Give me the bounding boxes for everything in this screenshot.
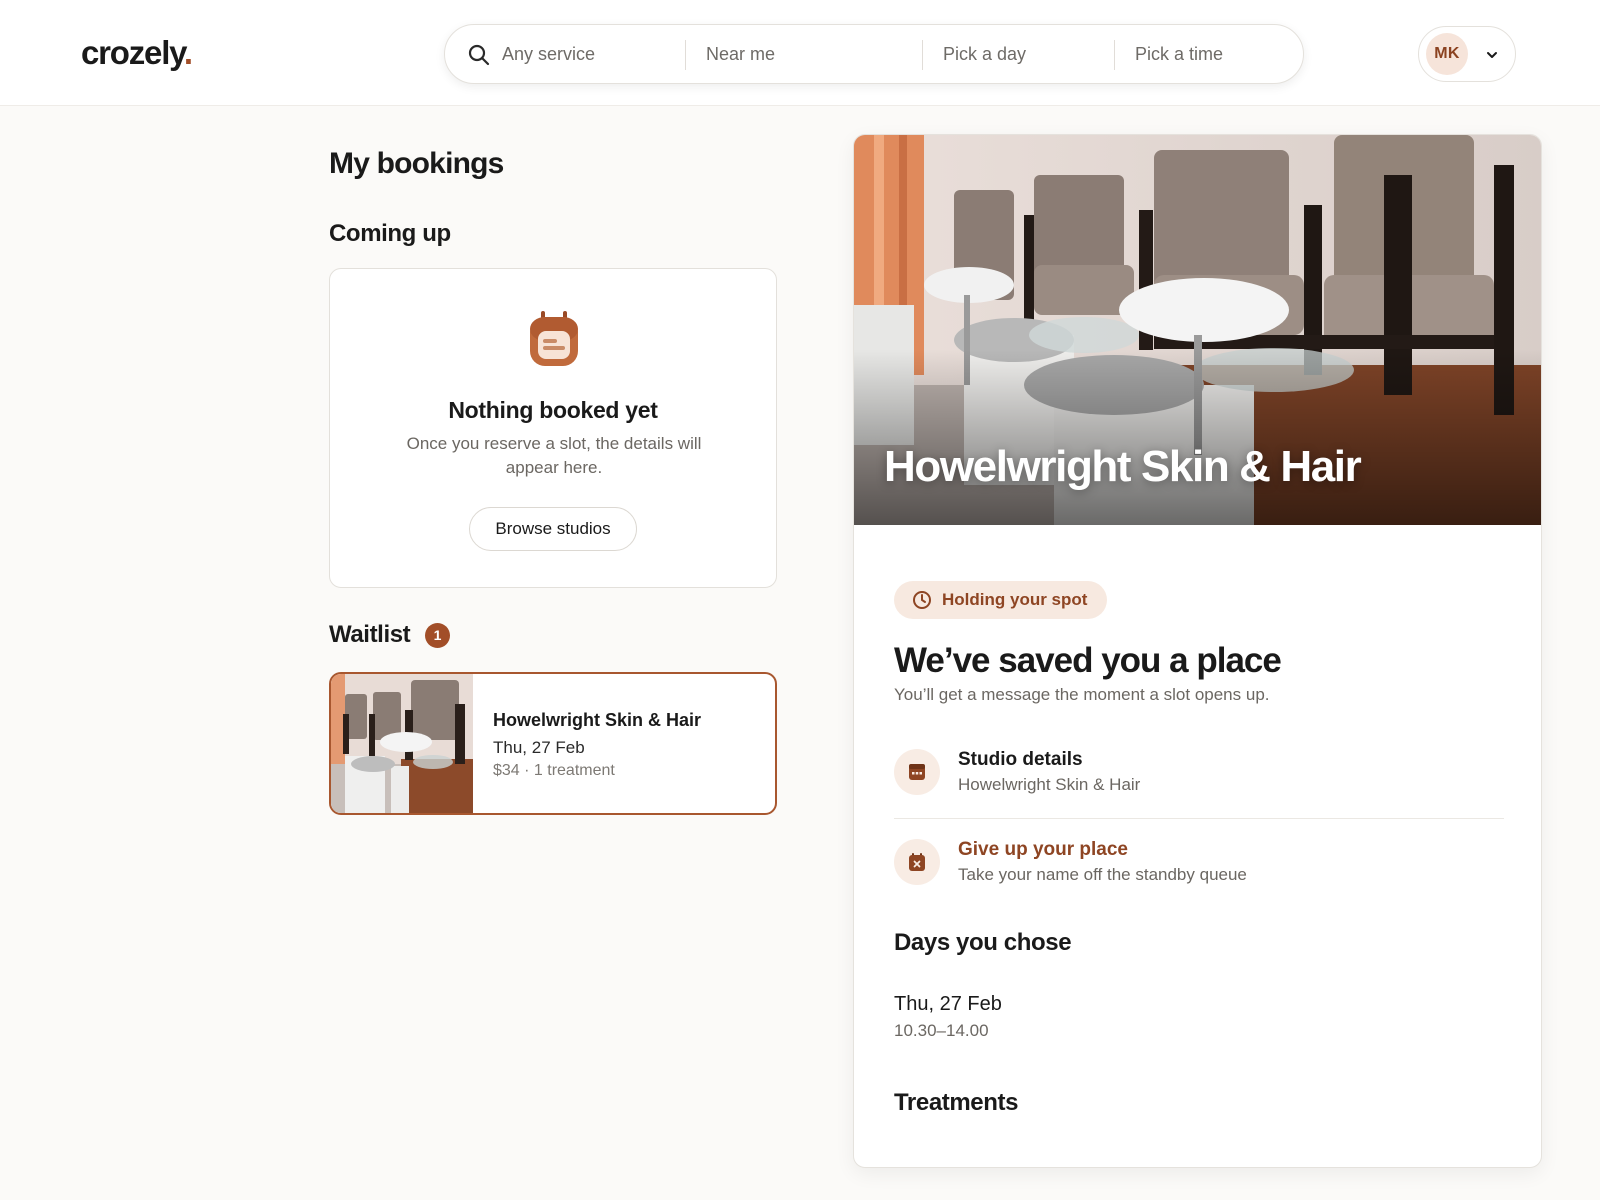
waitlist-heading: Waitlist xyxy=(329,621,411,648)
clock-icon xyxy=(913,591,931,609)
search-divider xyxy=(1114,40,1115,70)
avatar: MK xyxy=(1426,33,1468,75)
coming-up-heading: Coming up xyxy=(329,220,451,247)
search-divider xyxy=(685,40,686,70)
search-bar: Any service Near me Pick a day Pick a ti… xyxy=(444,24,1304,84)
treatments-heading: Treatments xyxy=(894,1089,1019,1116)
user-menu-button[interactable]: MK xyxy=(1418,26,1516,82)
saved-subtitle: You’ll get a message the moment a slot o… xyxy=(894,685,1270,704)
studio-thumbnail xyxy=(331,674,473,813)
chevron-down-icon xyxy=(1487,52,1497,58)
search-divider xyxy=(922,40,923,70)
row-divider xyxy=(894,818,1504,819)
day-picker-field[interactable]: Pick a day xyxy=(943,25,1113,83)
time-picker-field[interactable]: Pick a time xyxy=(1135,25,1295,83)
waitlist-date: Thu, 27 Feb xyxy=(493,738,585,757)
page-title: My bookings xyxy=(329,147,504,180)
chosen-day-date: Thu, 27 Feb xyxy=(894,993,1002,1015)
calendar-icon xyxy=(530,311,578,366)
waitlist-studio-name: Howelwright Skin & Hair xyxy=(493,710,702,730)
location-search-field[interactable]: Near me xyxy=(706,25,906,83)
waitlist-meta: $34 · 1 treatment xyxy=(493,762,615,779)
studio-details-title: Studio details xyxy=(958,749,1083,770)
studio-details-row[interactable]: Studio details Howelwright Skin & Hair xyxy=(894,749,1504,809)
give-up-place-row[interactable]: Give up your place Take your name off th… xyxy=(894,839,1504,899)
waitlist-item-card[interactable]: Howelwright Skin & Hair Thu, 27 Feb $34 … xyxy=(329,672,777,815)
studio-details-subtitle: Howelwright Skin & Hair xyxy=(958,775,1141,794)
chosen-day-time: 10.30–14.00 xyxy=(894,1021,989,1040)
storefront-icon-wrap xyxy=(894,749,940,795)
status-badge: Holding your spot xyxy=(894,581,1108,619)
waitlist-count-badge: 1 xyxy=(425,623,450,648)
calendar-x-icon-wrap xyxy=(894,839,940,885)
service-search-field[interactable]: Any service xyxy=(502,25,672,83)
storefront-icon xyxy=(909,764,925,780)
give-up-place-title: Give up your place xyxy=(958,839,1128,860)
days-heading: Days you chose xyxy=(894,929,1072,956)
saved-title: We’ve saved you a place xyxy=(894,641,1282,680)
browse-studios-button[interactable]: Browse studios xyxy=(469,507,637,551)
calendar-x-icon xyxy=(909,853,925,871)
booking-detail-panel: Howelwright Skin & Hair Holding your spo… xyxy=(853,134,1542,1168)
studio-hero-image: Howelwright Skin & Hair xyxy=(854,135,1541,525)
empty-state-text: Once you reserve a slot, the details wil… xyxy=(406,434,702,477)
empty-state-card: Nothing booked yet Once you reserve a sl… xyxy=(329,268,777,588)
studio-hero-title: Howelwright Skin & Hair xyxy=(884,442,1362,491)
status-text: Holding your spot xyxy=(942,590,1088,609)
search-icon[interactable] xyxy=(467,43,491,67)
give-up-place-subtitle: Take your name off the standby queue xyxy=(958,865,1247,884)
brand-dot: . xyxy=(183,34,193,71)
brand-logo[interactable]: crozely. xyxy=(81,34,193,72)
top-header: crozely. Any service Near me Pick a day … xyxy=(0,0,1600,106)
empty-state-title: Nothing booked yet xyxy=(448,397,658,423)
brand-name: crozely xyxy=(81,34,185,71)
